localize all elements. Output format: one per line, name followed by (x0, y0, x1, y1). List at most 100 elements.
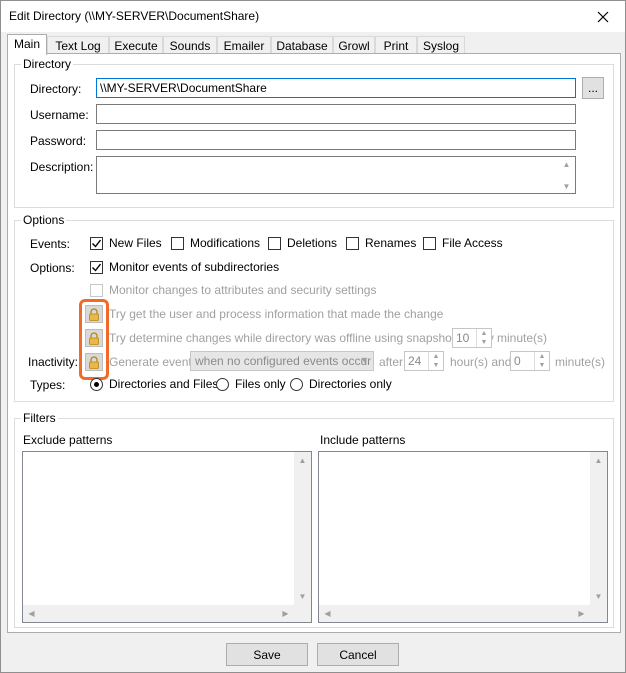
description-input[interactable]: ▲ ▼ (96, 156, 576, 194)
filters-group-title: Filters (21, 411, 58, 425)
description-label: Description: (30, 160, 94, 174)
directory-input[interactable]: \\MY-SERVER\DocumentShare (96, 78, 576, 98)
radio-dot[interactable] (216, 377, 229, 391)
checkbox-box[interactable] (171, 236, 184, 250)
lock-icon (89, 355, 99, 369)
inactivity-hours-stepper[interactable]: 24 ▲ ▼ (404, 351, 444, 371)
renames-checkbox[interactable]: Renames (346, 236, 416, 250)
scroll-up-icon[interactable]: ▲ (294, 452, 311, 469)
lock-button[interactable] (85, 329, 103, 347)
scroll-down-icon[interactable]: ▼ (558, 179, 575, 193)
radio-dirs-only[interactable]: Directories only (290, 377, 392, 391)
vertical-scrollbar[interactable]: ▲ ▼ (590, 452, 607, 605)
close-icon (597, 11, 609, 22)
tab-main[interactable]: Main (7, 34, 47, 55)
lock-button[interactable] (85, 353, 103, 371)
scroll-left-icon[interactable]: ◀ (319, 605, 336, 622)
checkbox-box[interactable] (346, 236, 359, 250)
stepper-arrows[interactable]: ▲ ▼ (476, 329, 491, 347)
checkbox-box[interactable] (90, 236, 103, 250)
after-label: after (379, 355, 404, 369)
scroll-corner (590, 605, 607, 622)
save-button[interactable]: Save (226, 643, 308, 666)
generate-event-label: Generate event (109, 355, 192, 369)
chevron-down-icon[interactable]: ▼ (429, 361, 443, 370)
chevron-down-icon[interactable]: ▼ (477, 338, 491, 347)
checkbox-box[interactable] (423, 236, 436, 250)
inactivity-condition-select[interactable]: when no configured events occur ▼ (190, 351, 374, 371)
chevron-up-icon[interactable]: ▲ (429, 352, 443, 361)
scroll-corner (294, 605, 311, 622)
options-group: Options Events: New Files Modifications … (14, 213, 614, 402)
exclude-patterns-list[interactable]: ▲ ▼ ◀ ▶ (22, 451, 312, 623)
horizontal-scrollbar[interactable]: ◀ ▶ (319, 605, 590, 622)
include-patterns-list[interactable]: ▲ ▼ ◀ ▶ (318, 451, 608, 623)
tab-emailer[interactable]: Emailer (217, 36, 271, 54)
filters-group: Filters Exclude patterns Include pattern… (14, 411, 614, 628)
checkbox-box[interactable] (268, 236, 281, 250)
radio-files-only[interactable]: Files only (216, 377, 286, 391)
scroll-down-icon[interactable]: ▼ (590, 588, 607, 605)
scroll-left-icon[interactable]: ◀ (23, 605, 40, 622)
inactivity-minutes-stepper[interactable]: 0 ▲ ▼ (510, 351, 550, 371)
password-input[interactable] (96, 130, 576, 150)
inactivity-minutes-unit: minute(s) (555, 355, 606, 369)
tab-print[interactable]: Print (375, 36, 417, 54)
tab-database[interactable]: Database (271, 36, 333, 54)
tab-growl[interactable]: Growl (333, 36, 375, 54)
scroll-down-icon[interactable]: ▼ (294, 588, 311, 605)
radio-dot[interactable] (290, 377, 303, 391)
tab-sounds[interactable]: Sounds (163, 36, 217, 54)
stepper-arrows[interactable]: ▲ ▼ (428, 352, 443, 370)
username-input[interactable] (96, 104, 576, 124)
checkmark-icon (92, 239, 101, 248)
include-patterns-label: Include patterns (320, 433, 406, 447)
modifications-checkbox[interactable]: Modifications (171, 236, 260, 250)
checkbox-box[interactable] (90, 283, 103, 297)
scroll-right-icon[interactable]: ▶ (573, 605, 590, 622)
snapshot-minutes-unit: minute(s) (497, 331, 548, 345)
cancel-button[interactable]: Cancel (317, 643, 399, 666)
events-label: Events: (30, 237, 71, 251)
browse-button[interactable]: ... (582, 77, 604, 99)
monitor-subdirs-checkbox[interactable]: Monitor events of subdirectories (90, 260, 279, 274)
chevron-up-icon[interactable]: ▲ (535, 352, 549, 361)
lock-button[interactable] (85, 305, 103, 323)
tab-execute[interactable]: Execute (109, 36, 163, 54)
radio-dirs-and-files[interactable]: Directories and Files (90, 377, 218, 391)
lock-icon (89, 331, 99, 345)
snapshot-minutes-stepper[interactable]: 10 ▲ ▼ (452, 328, 492, 348)
new-files-checkbox[interactable]: New Files (90, 236, 162, 250)
chevron-up-icon[interactable]: ▲ (477, 329, 491, 338)
chevron-down-icon: ▼ (360, 355, 369, 365)
window-title: Edit Directory (\\MY-SERVER\DocumentShar… (9, 9, 260, 23)
monitor-attributes-checkbox[interactable]: Monitor changes to attributes and securi… (90, 283, 376, 297)
title-bar[interactable]: Edit Directory (\\MY-SERVER\DocumentShar… (1, 1, 625, 32)
scroll-up-icon[interactable]: ▲ (558, 157, 575, 171)
types-label: Types: (30, 378, 66, 392)
radio-dot[interactable] (90, 377, 103, 391)
vertical-scrollbar[interactable]: ▲ ▼ (294, 452, 311, 605)
deletions-checkbox[interactable]: Deletions (268, 236, 337, 250)
tab-text-log[interactable]: Text Log (47, 36, 109, 54)
options-label: Options: (30, 261, 75, 275)
try-snapshots-label: Try determine changes while directory wa… (109, 331, 494, 345)
scroll-right-icon[interactable]: ▶ (277, 605, 294, 622)
close-button[interactable] (581, 1, 625, 32)
inactivity-label: Inactivity: (28, 355, 79, 369)
hours-unit-label: hour(s) and (450, 355, 512, 369)
description-scrollbar[interactable]: ▲ ▼ (558, 157, 575, 193)
try-user-info-label: Try get the user and process information… (109, 307, 444, 321)
file-access-checkbox[interactable]: File Access (423, 236, 503, 250)
edit-directory-dialog: Edit Directory (\\MY-SERVER\DocumentShar… (0, 0, 626, 673)
directory-group-title: Directory (21, 57, 74, 71)
horizontal-scrollbar[interactable]: ◀ ▶ (23, 605, 294, 622)
stepper-arrows[interactable]: ▲ ▼ (534, 352, 549, 370)
options-group-title: Options (21, 213, 67, 227)
scroll-up-icon[interactable]: ▲ (590, 452, 607, 469)
username-label: Username: (30, 108, 89, 122)
chevron-down-icon[interactable]: ▼ (535, 361, 549, 370)
tab-syslog[interactable]: Syslog (417, 36, 465, 54)
main-tab-panel: Directory Directory: \\MY-SERVER\Documen… (7, 53, 621, 633)
checkbox-box[interactable] (90, 260, 103, 274)
